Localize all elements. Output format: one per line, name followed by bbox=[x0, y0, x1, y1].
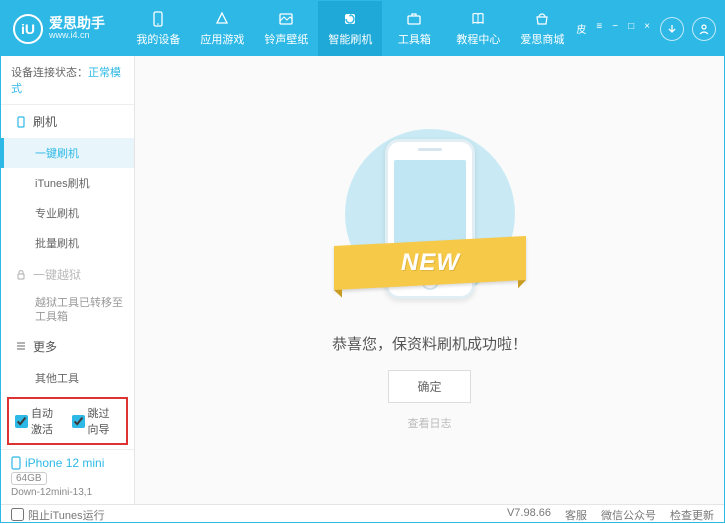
sidebar-item-oneclick-flash[interactable]: 一键刷机 bbox=[1, 138, 134, 168]
app-name: 爱思助手 bbox=[49, 16, 105, 31]
nav-toolbox[interactable]: 工具箱 bbox=[382, 1, 446, 56]
account-button[interactable] bbox=[692, 17, 716, 41]
menu-button[interactable]: ≡ bbox=[594, 21, 604, 36]
view-log-link[interactable]: 查看日志 bbox=[408, 415, 452, 431]
flash-icon bbox=[341, 10, 359, 28]
device-storage: 64GB bbox=[11, 472, 47, 485]
sidebar-item-batch-flash[interactable]: 批量刷机 bbox=[1, 228, 134, 258]
device-firmware: Down-12mini-13,1 bbox=[11, 487, 124, 498]
check-update-link[interactable]: 检查更新 bbox=[670, 507, 714, 523]
app-header: iU 爱思助手 www.i4.cn 我的设备 应用游戏 铃声壁纸 智能刷机 工具… bbox=[1, 1, 724, 56]
phone-small-icon bbox=[11, 456, 21, 470]
success-illustration: NEW bbox=[340, 129, 520, 319]
success-message: 恭喜您，保资料刷机成功啦！ bbox=[332, 333, 527, 354]
header-right: 皮 ≡ − □ × bbox=[574, 17, 724, 41]
version-label: V7.98.66 bbox=[507, 507, 551, 523]
minimize-button[interactable]: − bbox=[610, 21, 620, 36]
store-icon bbox=[533, 10, 551, 28]
sidebar-group-jailbreak: 一键越狱 bbox=[1, 258, 134, 291]
apps-icon bbox=[213, 10, 231, 28]
sidebar-group-flash[interactable]: 刷机 bbox=[1, 105, 134, 138]
new-ribbon: NEW bbox=[334, 236, 526, 290]
app-logo-icon: iU bbox=[13, 14, 43, 44]
window-controls: 皮 ≡ − □ × bbox=[574, 21, 652, 36]
sidebar-group-more[interactable]: 更多 bbox=[1, 330, 134, 363]
main-content: NEW 恭喜您，保资料刷机成功啦！ 确定 查看日志 bbox=[135, 56, 724, 504]
main-nav: 我的设备 应用游戏 铃声壁纸 智能刷机 工具箱 教程中心 爱思商城 bbox=[126, 1, 574, 56]
nav-tutorials[interactable]: 教程中心 bbox=[446, 1, 510, 56]
customer-service-link[interactable]: 客服 bbox=[565, 507, 587, 523]
nav-ringtones[interactable]: 铃声壁纸 bbox=[254, 1, 318, 56]
app-url: www.i4.cn bbox=[49, 31, 105, 41]
jailbreak-note: 越狱工具已转移至工具箱 bbox=[1, 291, 134, 330]
wallpaper-icon bbox=[277, 10, 295, 28]
nav-store[interactable]: 爱思商城 bbox=[510, 1, 574, 56]
block-itunes-checkbox[interactable]: 阻止iTunes运行 bbox=[11, 507, 105, 523]
close-button[interactable]: × bbox=[642, 21, 652, 36]
sidebar-item-itunes-flash[interactable]: iTunes刷机 bbox=[1, 168, 134, 198]
nav-apps[interactable]: 应用游戏 bbox=[190, 1, 254, 56]
maximize-button[interactable]: □ bbox=[626, 21, 636, 36]
device-status: 设备连接状态：正常模式 bbox=[1, 56, 134, 105]
nav-my-device[interactable]: 我的设备 bbox=[126, 1, 190, 56]
toolbox-icon bbox=[405, 10, 423, 28]
list-icon bbox=[15, 340, 27, 352]
wechat-link[interactable]: 微信公众号 bbox=[601, 507, 656, 523]
sidebar-item-other-tools[interactable]: 其他工具 bbox=[1, 363, 134, 393]
logo-area: iU 爱思助手 www.i4.cn bbox=[1, 14, 126, 44]
download-button[interactable] bbox=[660, 17, 684, 41]
auto-activate-checkbox[interactable]: 自动激活 bbox=[15, 405, 64, 437]
lock-icon bbox=[15, 269, 27, 281]
device-name: iPhone 12 mini bbox=[11, 456, 124, 470]
nav-flash[interactable]: 智能刷机 bbox=[318, 1, 382, 56]
ok-button[interactable]: 确定 bbox=[388, 370, 470, 403]
sidebar: 设备连接状态：正常模式 刷机 一键刷机 iTunes刷机 专业刷机 批量刷机 一… bbox=[1, 56, 135, 504]
skip-guide-checkbox[interactable]: 跳过向导 bbox=[72, 405, 121, 437]
footer: 阻止iTunes运行 V7.98.66 客服 微信公众号 检查更新 bbox=[1, 504, 724, 524]
device-panel[interactable]: iPhone 12 mini 64GB Down-12mini-13,1 bbox=[1, 449, 134, 504]
sidebar-item-pro-flash[interactable]: 专业刷机 bbox=[1, 198, 134, 228]
phone-icon bbox=[149, 10, 167, 28]
device-icon bbox=[15, 116, 27, 128]
skin-button[interactable]: 皮 bbox=[574, 21, 588, 36]
book-icon bbox=[469, 10, 487, 28]
flash-options: 自动激活 跳过向导 bbox=[7, 397, 128, 445]
